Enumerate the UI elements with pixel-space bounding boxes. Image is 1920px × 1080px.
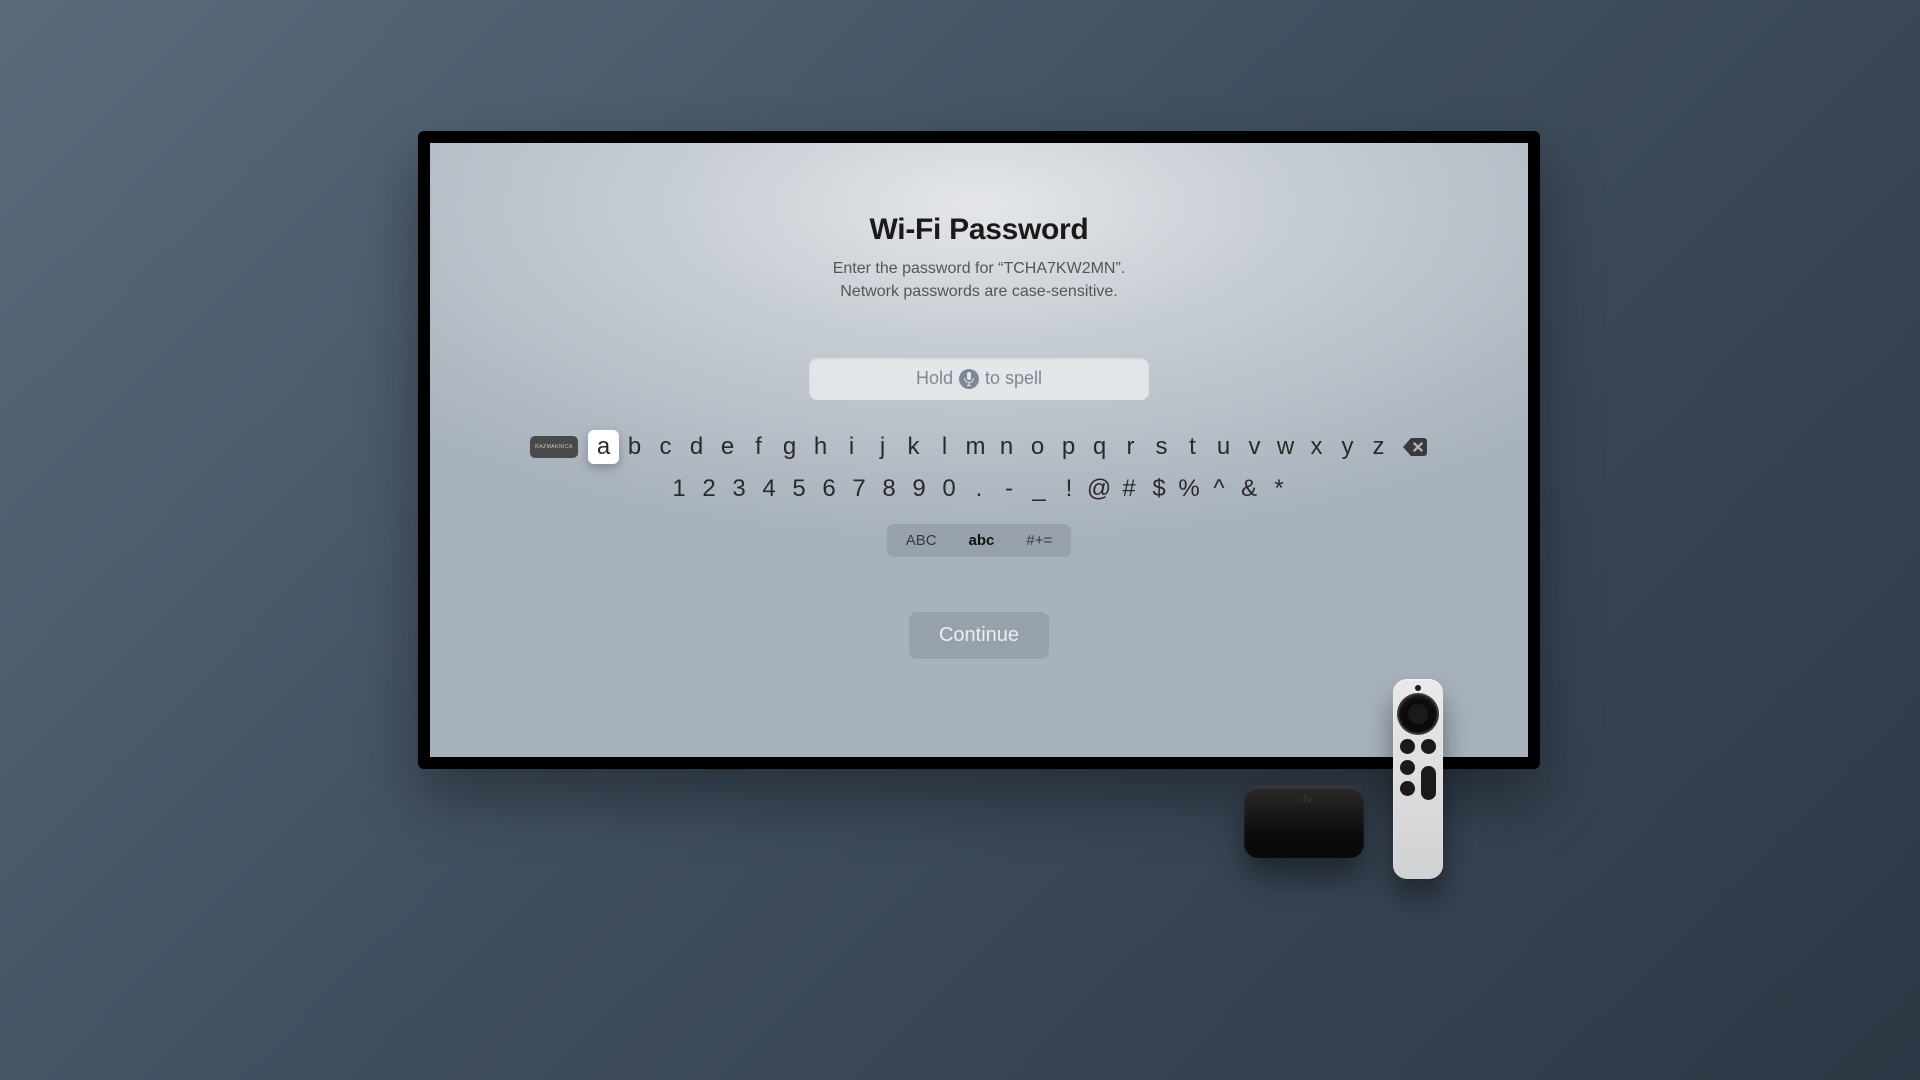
key-7[interactable]: 7 (844, 472, 874, 506)
key-i[interactable]: i (836, 430, 867, 464)
key-%[interactable]: % (1174, 472, 1204, 506)
key-j[interactable]: j (867, 430, 898, 464)
remote-back-button (1400, 739, 1415, 754)
key-4[interactable]: 4 (754, 472, 784, 506)
remote-tv-button (1421, 739, 1436, 754)
subtitle-line-2: Network passwords are case-sensitive. (840, 283, 1117, 300)
key-x[interactable]: x (1301, 430, 1332, 464)
remote-power-button (1415, 685, 1421, 691)
key--[interactable]: - (994, 472, 1024, 506)
key-.[interactable]: . (964, 472, 994, 506)
apple-tv-device: tv (1244, 786, 1364, 858)
key-1[interactable]: 1 (664, 472, 694, 506)
key-k[interactable]: k (898, 430, 929, 464)
key-_[interactable]: _ (1024, 472, 1054, 506)
password-input[interactable]: Hold to spell (809, 358, 1149, 400)
key-z[interactable]: z (1363, 430, 1394, 464)
key-a[interactable]: a (588, 430, 619, 464)
key-u[interactable]: u (1208, 430, 1239, 464)
hint-right: to spell (985, 368, 1042, 389)
apple-tv-remote (1393, 679, 1443, 879)
mode-lowercase[interactable]: abc (953, 527, 1011, 554)
key-@[interactable]: @ (1084, 472, 1114, 506)
tv-screen: Wi-Fi Password Enter the password for “T… (430, 143, 1528, 757)
key-*[interactable]: * (1264, 472, 1294, 506)
key-p[interactable]: p (1053, 430, 1084, 464)
key-^[interactable]: ^ (1204, 472, 1234, 506)
key-m[interactable]: m (960, 430, 991, 464)
tv-frame: Wi-Fi Password Enter the password for “T… (418, 131, 1540, 769)
key-g[interactable]: g (774, 430, 805, 464)
key-y[interactable]: y (1332, 430, 1363, 464)
key-f[interactable]: f (743, 430, 774, 464)
remote-mute-button (1400, 781, 1415, 796)
key-9[interactable]: 9 (904, 472, 934, 506)
microphone-icon (959, 369, 979, 389)
backspace-key[interactable] (1402, 437, 1428, 457)
key-n[interactable]: n (991, 430, 1022, 464)
key-#[interactable]: # (1114, 472, 1144, 506)
product-scene: Wi-Fi Password Enter the password for “T… (232, 131, 1688, 950)
subtitle-line-1: Enter the password for “TCHA7KW2MN”. (833, 260, 1126, 277)
key-r[interactable]: r (1115, 430, 1146, 464)
key-2[interactable]: 2 (694, 472, 724, 506)
page-subtitle: Enter the password for “TCHA7KW2MN”. Net… (833, 257, 1126, 303)
spacebar-key[interactable]: RAZMAKNICA (530, 436, 578, 458)
key-v[interactable]: v (1239, 430, 1270, 464)
key-w[interactable]: w (1270, 430, 1301, 464)
backspace-icon (1403, 438, 1427, 456)
key-6[interactable]: 6 (814, 472, 844, 506)
page-title: Wi-Fi Password (870, 213, 1089, 247)
remote-clickpad (1399, 695, 1437, 733)
mode-symbols[interactable]: #+= (1010, 527, 1068, 554)
key-0[interactable]: 0 (934, 472, 964, 506)
key-o[interactable]: o (1022, 430, 1053, 464)
keyboard-letter-row: RAZMAKNICA abcdefghijklmnopqrstuvwxyz (430, 430, 1528, 464)
key-e[interactable]: e (712, 430, 743, 464)
keyboard-numsym-row: 1234567890.-_!@#$%^&* (430, 472, 1528, 506)
continue-button[interactable]: Continue (909, 612, 1049, 659)
key-h[interactable]: h (805, 430, 836, 464)
key-&[interactable]: & (1234, 472, 1264, 506)
key-t[interactable]: t (1177, 430, 1208, 464)
remote-volume-rocker (1421, 766, 1436, 800)
key-q[interactable]: q (1084, 430, 1115, 464)
mode-uppercase[interactable]: ABC (890, 527, 953, 554)
key-5[interactable]: 5 (784, 472, 814, 506)
key-c[interactable]: c (650, 430, 681, 464)
key-l[interactable]: l (929, 430, 960, 464)
key-8[interactable]: 8 (874, 472, 904, 506)
hint-left: Hold (916, 368, 953, 389)
key-s[interactable]: s (1146, 430, 1177, 464)
key-3[interactable]: 3 (724, 472, 754, 506)
key-$[interactable]: $ (1144, 472, 1174, 506)
key-![interactable]: ! (1054, 472, 1084, 506)
key-b[interactable]: b (619, 430, 650, 464)
remote-play-button (1400, 760, 1415, 775)
keyboard-mode-group: ABC abc #+= (887, 524, 1072, 557)
key-d[interactable]: d (681, 430, 712, 464)
